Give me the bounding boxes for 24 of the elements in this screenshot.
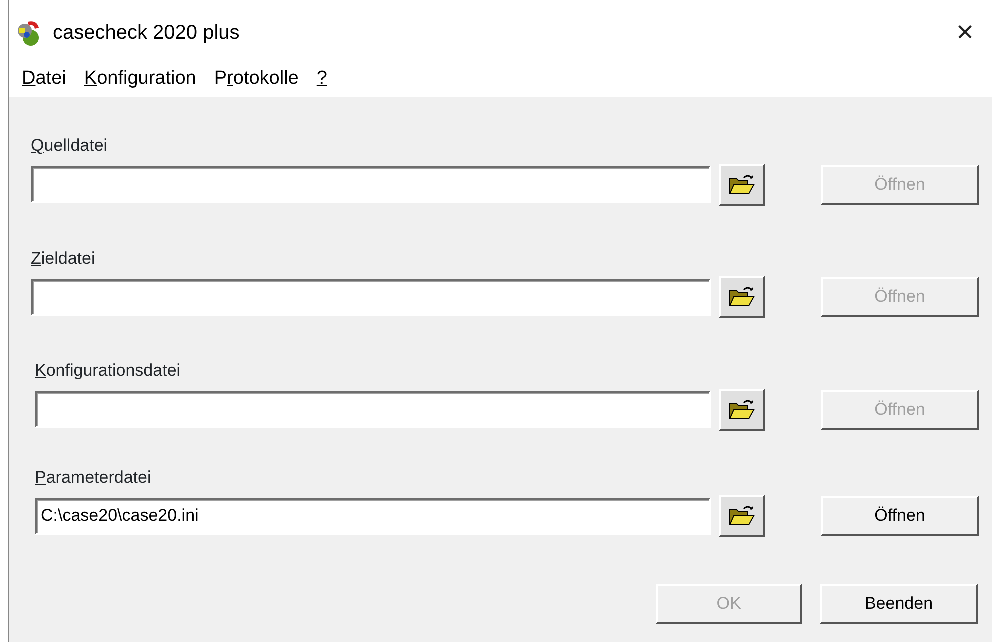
open-folder-icon — [729, 398, 755, 420]
browse-button[interactable] — [719, 388, 765, 430]
field-label: Zieldatei — [31, 248, 96, 270]
menu-item[interactable]: ? — [308, 66, 336, 92]
file-path-field[interactable] — [35, 391, 711, 428]
file-path-field[interactable] — [31, 166, 711, 203]
open-button[interactable]: Öffnen — [821, 496, 979, 536]
file-path-field[interactable] — [31, 278, 711, 316]
field-label: Konfigurationsdatei — [35, 360, 181, 382]
browse-button[interactable] — [719, 495, 765, 537]
browse-button[interactable] — [719, 164, 765, 206]
menu-item[interactable]: Datei — [13, 66, 76, 92]
open-folder-icon — [729, 174, 755, 196]
window-title: casecheck 2020 plus — [53, 21, 240, 46]
open-folder-icon — [729, 286, 755, 308]
browse-button[interactable] — [719, 276, 765, 318]
menu-item[interactable]: Konfiguration — [75, 66, 206, 92]
field-label: Quelldatei — [31, 135, 108, 157]
menu-item[interactable]: Protokolle — [205, 66, 308, 92]
file-path-field[interactable]: C:\case20\case20.ini — [35, 498, 711, 534]
open-folder-icon — [729, 505, 755, 527]
exit-button[interactable]: Beenden — [820, 584, 978, 624]
close-button[interactable]: × — [950, 18, 980, 48]
field-label: Parameterdatei — [35, 466, 152, 488]
